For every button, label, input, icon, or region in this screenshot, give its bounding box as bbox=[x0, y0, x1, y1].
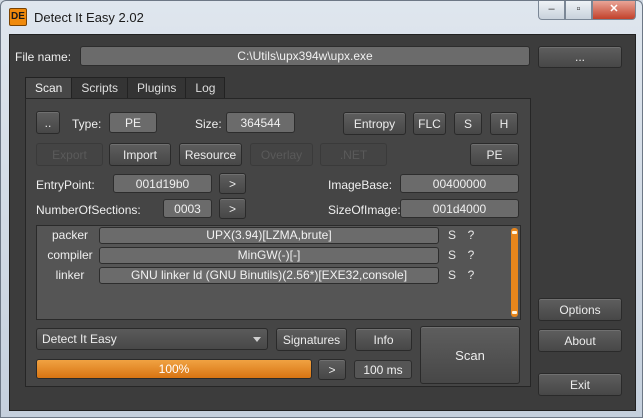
results-scrollbar[interactable] bbox=[511, 228, 518, 317]
entrypoint-field[interactable]: 001d19b0 bbox=[113, 174, 212, 193]
sections-field[interactable]: 0003 bbox=[163, 199, 212, 218]
result-row: compiler MinGW(-)[-] S ? bbox=[37, 247, 507, 265]
result-signature-button[interactable]: S bbox=[446, 248, 458, 262]
engine-select[interactable]: Detect It Easy bbox=[36, 328, 268, 350]
result-type: linker bbox=[55, 268, 85, 282]
entrypoint-label: EntryPoint: bbox=[36, 178, 95, 192]
result-info-button[interactable]: ? bbox=[465, 248, 477, 262]
entropy-button[interactable]: Entropy bbox=[343, 112, 406, 135]
resource-button[interactable]: Resource bbox=[179, 143, 242, 166]
progress-arrow-button[interactable]: > bbox=[318, 359, 346, 380]
imagebase-field[interactable]: 00400000 bbox=[400, 174, 519, 193]
result-row: linker GNU linker ld (GNU Binutils)(2.56… bbox=[37, 267, 507, 285]
maximize-button[interactable]: ▫ bbox=[565, 1, 592, 20]
scan-progress-bar: 100% bbox=[36, 359, 312, 379]
scan-button[interactable]: Scan bbox=[420, 326, 520, 384]
import-button[interactable]: Import bbox=[109, 143, 171, 166]
scan-time-field: 100 ms bbox=[354, 360, 412, 379]
overlay-button[interactable]: Overlay bbox=[250, 143, 313, 166]
result-signature-button[interactable]: S bbox=[446, 268, 458, 282]
caption-buttons: – ▫ ✕ bbox=[538, 1, 636, 21]
export-button[interactable]: Export bbox=[36, 143, 103, 166]
pe-button[interactable]: PE bbox=[470, 143, 519, 166]
result-type: compiler bbox=[47, 248, 93, 262]
sizeofimage-label: SizeOfImage: bbox=[328, 203, 401, 217]
result-row: packer UPX(3.94)[LZMA,brute] S ? bbox=[37, 227, 507, 245]
result-info-button[interactable]: ? bbox=[465, 268, 477, 282]
progress-text: 100% bbox=[158, 362, 190, 376]
type-field[interactable]: PE bbox=[109, 112, 157, 133]
about-button[interactable]: About bbox=[538, 329, 622, 352]
entrypoint-arrow-button[interactable]: > bbox=[219, 173, 246, 194]
tab-plugins[interactable]: Plugins bbox=[127, 77, 187, 98]
result-value[interactable]: UPX(3.94)[LZMA,brute] bbox=[99, 227, 439, 244]
result-type: packer bbox=[51, 228, 89, 242]
minimize-button[interactable]: – bbox=[538, 1, 565, 20]
flc-button[interactable]: FLC bbox=[413, 112, 446, 135]
sizeofimage-field[interactable]: 001d4000 bbox=[400, 199, 519, 218]
tab-bar: Scan Scripts Plugins Log bbox=[25, 77, 226, 99]
title-bar[interactable]: DE Detect It Easy 2.02 – ▫ ✕ bbox=[1, 1, 642, 35]
chevron-down-icon bbox=[253, 337, 261, 342]
result-value[interactable]: MinGW(-)[-] bbox=[99, 247, 439, 264]
tab-scan[interactable]: Scan bbox=[25, 77, 73, 99]
result-info-button[interactable]: ? bbox=[465, 228, 477, 242]
app-logo-icon: DE bbox=[9, 8, 27, 26]
imagebase-label: ImageBase: bbox=[328, 178, 393, 192]
result-value[interactable]: GNU linker ld (GNU Binutils)(2.56*)[EXE3… bbox=[99, 267, 439, 284]
size-label: Size: bbox=[195, 117, 222, 131]
size-field[interactable]: 364544 bbox=[226, 112, 295, 133]
window-title: Detect It Easy 2.02 bbox=[34, 10, 144, 25]
result-signature-button[interactable]: S bbox=[446, 228, 458, 242]
net-button[interactable]: .NET bbox=[320, 143, 387, 166]
main-client-area: File name: C:\Utils\upx394w\upx.exe ... … bbox=[9, 34, 636, 411]
tab-log[interactable]: Log bbox=[185, 77, 226, 98]
signatures-button[interactable]: Signatures bbox=[276, 328, 347, 351]
options-button[interactable]: Options bbox=[538, 298, 622, 321]
exit-button[interactable]: Exit bbox=[538, 373, 622, 396]
sections-arrow-button[interactable]: > bbox=[219, 198, 246, 219]
sections-label: NumberOfSections: bbox=[36, 203, 141, 217]
close-button[interactable]: ✕ bbox=[592, 1, 636, 20]
hex-button[interactable]: H bbox=[490, 112, 518, 135]
file-path-field[interactable]: C:\Utils\upx394w\upx.exe bbox=[80, 46, 530, 66]
tab-scripts[interactable]: Scripts bbox=[71, 77, 129, 98]
parent-dir-button[interactable]: .. bbox=[36, 111, 60, 134]
type-label: Type: bbox=[72, 117, 102, 131]
detection-results: packer UPX(3.94)[LZMA,brute] S ? compile… bbox=[36, 225, 521, 320]
strings-button[interactable]: S bbox=[454, 112, 482, 135]
file-name-label: File name: bbox=[15, 50, 72, 64]
info-button[interactable]: Info bbox=[355, 328, 412, 351]
engine-select-value: Detect It Easy bbox=[42, 332, 117, 346]
browse-button[interactable]: ... bbox=[538, 46, 622, 68]
app-window: DE Detect It Easy 2.02 – ▫ ✕ File name: … bbox=[0, 0, 643, 418]
